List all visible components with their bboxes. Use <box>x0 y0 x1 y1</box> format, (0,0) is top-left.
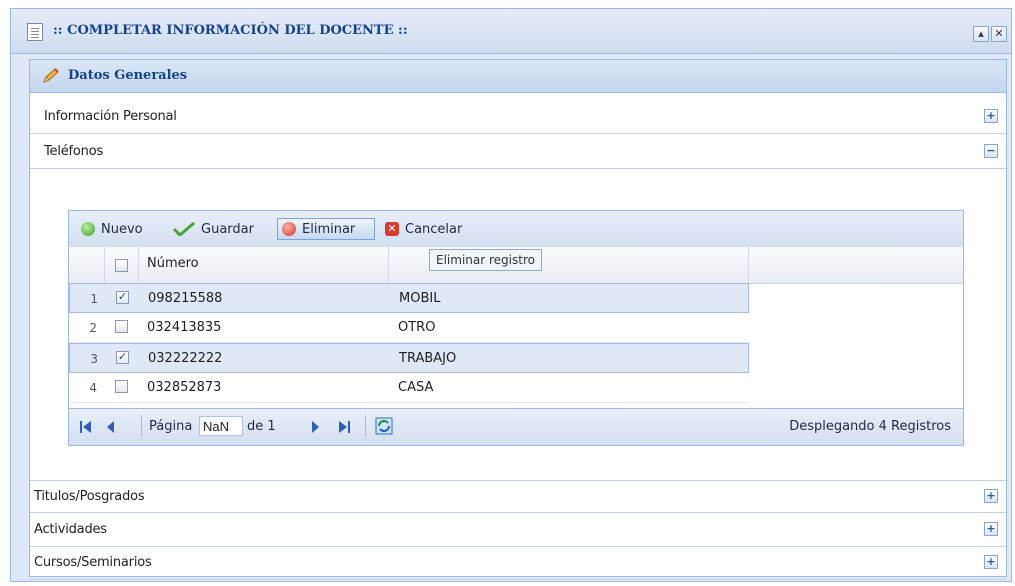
accordion-label: Información Personal <box>44 109 177 124</box>
grid-toolbar: Nuevo Guardar Eliminar ✕ Cancelar <box>69 211 963 248</box>
numero-cell: 098215588 <box>148 291 223 306</box>
accordion-item-informacion-personal[interactable]: Información Personal + <box>30 101 1006 134</box>
accordion-label: Teléfonos <box>44 144 104 159</box>
row-checkbox[interactable] <box>115 320 128 333</box>
pager-separator <box>141 415 142 437</box>
eliminar-button[interactable]: Eliminar <box>277 218 375 240</box>
cancelar-button[interactable]: ✕ Cancelar <box>385 218 462 240</box>
page-of-label: de 1 <box>247 419 276 434</box>
tipo-cell: MOBIL <box>399 291 441 306</box>
document-icon <box>27 23 43 41</box>
nuevo-button[interactable]: Nuevo <box>81 218 143 240</box>
row-number: 1 <box>90 292 98 306</box>
guardar-button[interactable]: Guardar <box>173 218 254 240</box>
prev-page-icon[interactable] <box>105 420 115 434</box>
accordion-item-actividades[interactable]: Actividades + <box>30 514 1006 547</box>
last-page-icon[interactable] <box>337 420 351 434</box>
numero-cell: 032222222 <box>148 351 223 366</box>
accordion-label: Actividades <box>34 522 107 537</box>
collapse-icon[interactable]: − <box>984 144 998 158</box>
tipo-cell: OTRO <box>398 320 436 335</box>
tipo-cell: TRABAJO <box>399 351 457 366</box>
tipo-cell: CASA <box>398 380 434 395</box>
eliminar-label: Eliminar <box>302 221 356 237</box>
next-page-icon[interactable] <box>311 420 321 434</box>
datos-generales-panel: Datos Generales Información Personal + T… <box>29 59 1007 580</box>
row-number: 3 <box>90 352 98 366</box>
row-checkbox[interactable] <box>115 380 128 393</box>
numero-column-header[interactable]: Número <box>139 247 389 283</box>
close-window-button[interactable]: ✕ <box>991 26 1007 42</box>
numero-cell: 032852873 <box>147 380 222 395</box>
row-checkbox[interactable]: ✓ <box>116 291 129 304</box>
window-title: :: COMPLETAR INFORMACIÓN DEL DOCENTE :: <box>53 23 408 38</box>
panel-header: Datos Generales <box>30 60 1006 93</box>
add-icon <box>81 222 95 236</box>
numero-header-label: Número <box>147 256 199 271</box>
accordion-item-telefonos[interactable]: Teléfonos − <box>30 136 1006 169</box>
expand-icon[interactable]: + <box>984 522 998 536</box>
rownumber-header <box>69 247 105 283</box>
cancel-icon: ✕ <box>385 222 399 236</box>
row-number: 4 <box>89 381 97 395</box>
numero-cell: 032413835 <box>147 320 222 335</box>
table-row[interactable]: 1 ✓ 098215588 MOBIL <box>69 283 749 313</box>
table-row[interactable]: 3 ✓ 032222222 TRABAJO <box>69 343 749 373</box>
pager-separator <box>365 415 366 437</box>
page-number-input[interactable] <box>199 416 243 436</box>
table-row[interactable]: 2 032413835 OTRO <box>69 313 749 343</box>
window-header: :: COMPLETAR INFORMACIÓN DEL DOCENTE :: … <box>11 9 1011 54</box>
table-row[interactable]: 4 032852873 CASA <box>69 373 749 403</box>
pencil-icon <box>43 68 59 83</box>
first-page-icon[interactable] <box>79 420 93 434</box>
telefonos-grid: Nuevo Guardar Eliminar ✕ Cancelar Elimin… <box>68 210 964 446</box>
paging-toolbar: Página de 1 Desplegando 4 Registros <box>69 408 963 445</box>
nuevo-label: Nuevo <box>101 221 143 237</box>
refresh-icon[interactable] <box>375 417 393 435</box>
guardar-label: Guardar <box>201 221 254 237</box>
row-checkbox[interactable]: ✓ <box>116 351 129 364</box>
docente-window: :: COMPLETAR INFORMACIÓN DEL DOCENTE :: … <box>10 8 1012 582</box>
paging-status: Desplegando 4 Registros <box>789 419 951 434</box>
accordion-item-cursos-seminarios[interactable]: Cursos/Seminarios + <box>30 547 1006 580</box>
select-all-checkbox[interactable] <box>115 259 128 272</box>
checkmark-icon <box>173 222 195 236</box>
remove-icon <box>282 222 296 236</box>
expand-icon[interactable]: + <box>984 489 998 503</box>
accordion-item-titulos-posgrados[interactable]: Titulos/Posgrados + <box>30 480 1006 513</box>
eliminar-tooltip: Eliminar registro <box>429 249 542 271</box>
cancelar-label: Cancelar <box>405 221 463 237</box>
page-label: Página <box>149 419 193 434</box>
expand-icon[interactable]: + <box>984 555 998 569</box>
select-all-header <box>105 247 139 283</box>
panel-title: Datos Generales <box>68 68 188 83</box>
collapse-window-button[interactable]: ▴ <box>973 26 989 42</box>
accordion-label: Cursos/Seminarios <box>34 555 152 570</box>
accordion-label: Titulos/Posgrados <box>34 489 145 504</box>
row-number: 2 <box>89 321 97 335</box>
expand-icon[interactable]: + <box>984 109 998 123</box>
